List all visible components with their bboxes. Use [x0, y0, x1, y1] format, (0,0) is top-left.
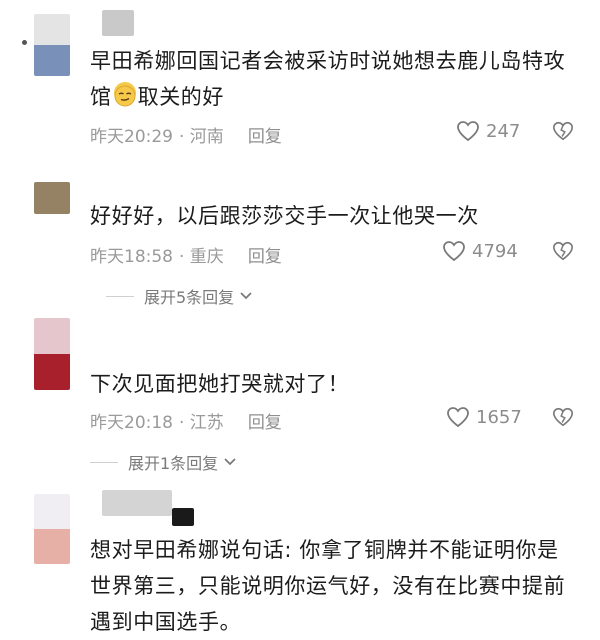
username-blurred[interactable] — [102, 490, 172, 516]
location: · 江苏 — [179, 413, 224, 433]
broken-heart-icon — [553, 407, 573, 427]
comment-text: 想对早田希娜说句话: 你拿了铜牌并不能证明你是 世界第三，只能说明你运气好，没有… — [90, 538, 566, 634]
timestamp: 昨天20:18 — [90, 413, 173, 433]
location: · 重庆 — [179, 247, 224, 267]
heart-icon — [457, 121, 479, 142]
comment-meta: 昨天18:58 · 重庆 回复 — [90, 242, 282, 267]
comment-item: 早田希娜回国记者会被采访时说她想去鹿儿岛特攻 馆 取关的好 昨天20:29 · … — [0, 0, 600, 170]
location: · 河南 — [179, 127, 224, 147]
dot-marker — [22, 40, 27, 45]
expand-replies-label: 展开5条回复 — [144, 288, 235, 307]
comment-text: 好好好，以后跟莎莎交手一次让他哭一次 — [90, 204, 479, 228]
comment-text: 早田希娜回国记者会被采访时说她想去鹿儿岛特攻 馆 取关的好 — [90, 49, 566, 109]
dislike-button[interactable] — [552, 120, 574, 146]
comment-meta: 昨天20:18 · 江苏 回复 — [90, 408, 282, 433]
avatar[interactable] — [34, 494, 70, 564]
expand-replies-label: 展开1条回复 — [128, 454, 219, 473]
divider-line — [106, 295, 134, 297]
broken-heart-icon — [553, 121, 573, 141]
comment-item: 下次见面把她打哭就对了！ 昨天20:18 · 江苏 回复 1657 展开1条回复 — [0, 310, 600, 486]
broken-heart-icon — [553, 241, 573, 261]
reply-button[interactable]: 回复 — [248, 122, 282, 147]
chevron-down-icon — [224, 458, 236, 466]
timestamp: 昨天18:58 — [90, 247, 173, 267]
reply-button[interactable]: 回复 — [248, 242, 282, 267]
like-count: 1657 — [476, 406, 522, 428]
comment-item: 想对早田希娜说句话: 你拿了铜牌并不能证明你是 世界第三，只能说明你运气好，没有… — [0, 486, 600, 634]
comment-meta: 昨天20:29 · 河南 回复 — [90, 122, 282, 147]
reply-button[interactable]: 回复 — [248, 408, 282, 433]
divider-line — [90, 461, 118, 463]
avatar[interactable] — [34, 318, 70, 390]
timestamp: 昨天20:29 — [90, 127, 173, 147]
heart-icon — [447, 407, 469, 428]
expand-replies-button[interactable]: 展开5条回复 — [106, 284, 254, 308]
comment-item: 好好好，以后跟莎莎交手一次让他哭一次 昨天18:58 · 重庆 回复 4794 … — [0, 170, 600, 310]
like-count: 247 — [486, 120, 521, 142]
avatar[interactable] — [34, 182, 70, 214]
like-button[interactable]: 247 — [456, 120, 520, 142]
like-button[interactable]: 4794 — [442, 240, 518, 262]
like-count: 4794 — [472, 240, 518, 262]
like-button[interactable]: 1657 — [446, 406, 522, 428]
avatar[interactable] — [34, 14, 70, 76]
heart-icon — [443, 241, 465, 262]
chevron-down-icon — [240, 292, 252, 300]
dislike-button[interactable] — [552, 240, 574, 266]
expand-replies-button[interactable]: 展开1条回复 — [90, 450, 238, 474]
username-blurred-dark — [172, 508, 194, 526]
comment-text: 下次见面把她打哭就对了！ — [90, 372, 350, 396]
smirk-face-emoji — [113, 82, 136, 107]
dislike-button[interactable] — [552, 406, 574, 432]
username-blurred[interactable] — [102, 10, 134, 36]
